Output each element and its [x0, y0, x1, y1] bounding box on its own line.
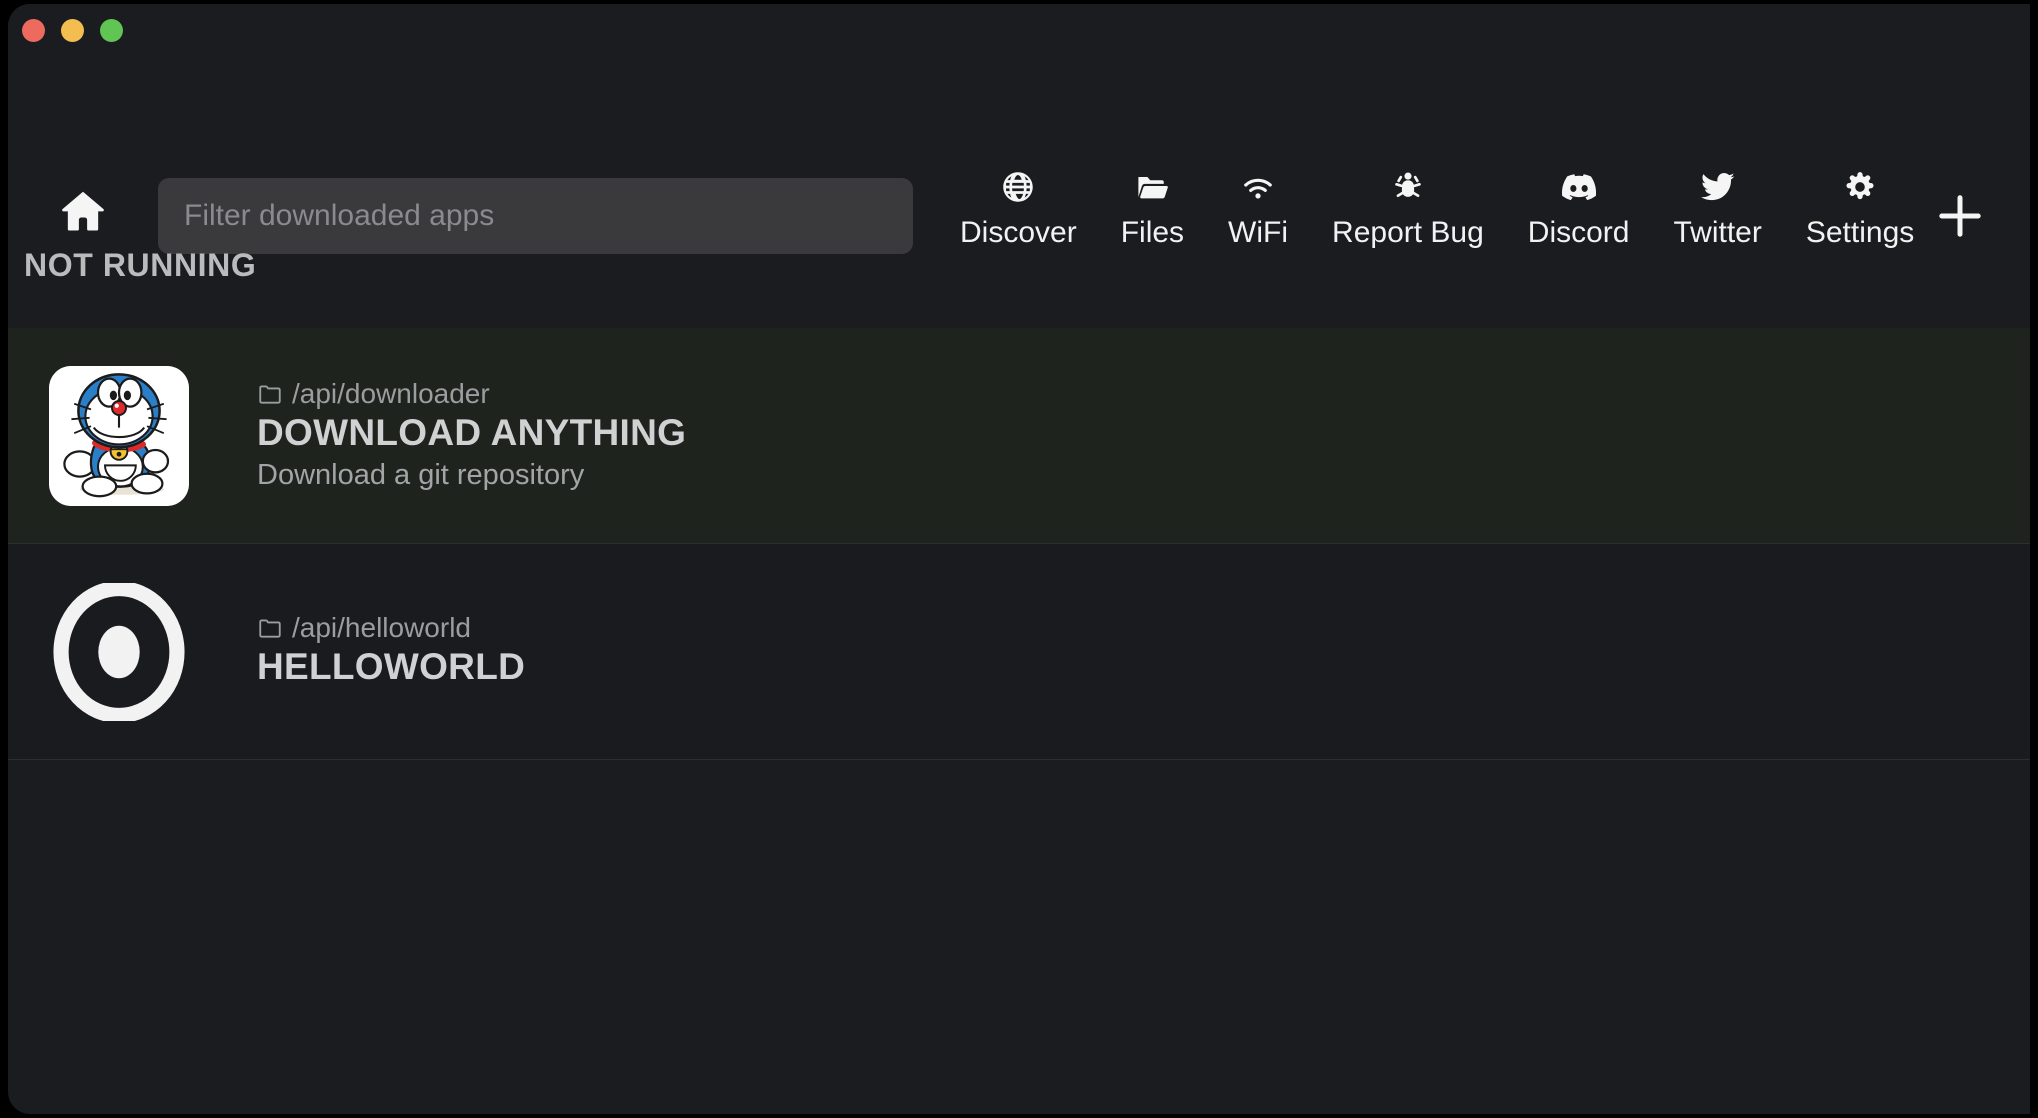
nav-label: Discover: [960, 218, 1077, 248]
wifi-icon: [1241, 166, 1275, 208]
nav-label: WiFi: [1228, 218, 1288, 248]
app-name: HELLOWORLD: [257, 644, 525, 690]
nav-item-files[interactable]: Files: [1099, 166, 1206, 248]
toolbar: Discover Files: [8, 66, 2030, 217]
nav-item-report-bug[interactable]: Report Bug: [1310, 166, 1506, 248]
folder-icon: [257, 381, 283, 407]
app-path-text: /api/downloader: [292, 378, 490, 410]
app-text: /api/helloworld HELLOWORLD: [257, 612, 525, 690]
app-list: /api/downloader DOWNLOAD ANYTHING Downlo…: [8, 328, 2030, 760]
ring-app-icon: [50, 583, 188, 721]
app-description: Download a git repository: [257, 457, 686, 493]
gear-icon: [1843, 166, 1877, 208]
nav-item-discover[interactable]: Discover: [938, 166, 1099, 248]
app-icon: [46, 579, 191, 724]
nav-item-discord[interactable]: Discord: [1506, 166, 1652, 248]
nav-label: Discord: [1528, 218, 1630, 248]
add-app-button[interactable]: [1928, 186, 1992, 250]
app-path: /api/downloader: [257, 378, 686, 410]
nav-item-wifi[interactable]: WiFi: [1206, 166, 1310, 248]
discord-icon: [1562, 166, 1596, 208]
bug-icon: [1391, 166, 1425, 208]
app-name: DOWNLOAD ANYTHING: [257, 410, 686, 456]
search-box[interactable]: [158, 178, 913, 254]
nav-item-twitter[interactable]: Twitter: [1652, 166, 1784, 248]
search-input[interactable]: [158, 178, 913, 254]
doraemon-app-icon: [49, 366, 189, 506]
twitter-icon: [1701, 166, 1735, 208]
plus-icon: [1934, 190, 1986, 247]
section-header: NOT RUNNING: [8, 247, 2030, 311]
home-icon: [57, 185, 109, 242]
app-row[interactable]: /api/helloworld HELLOWORLD: [8, 544, 2030, 760]
close-window-button[interactable]: [22, 19, 45, 42]
titlebar: [8, 4, 2030, 66]
app-row[interactable]: /api/downloader DOWNLOAD ANYTHING Downlo…: [8, 328, 2030, 544]
nav-label: Files: [1121, 218, 1184, 248]
maximize-window-button[interactable]: [100, 19, 123, 42]
nav-label: Settings: [1806, 218, 1914, 248]
minimize-window-button[interactable]: [61, 19, 84, 42]
app-path: /api/helloworld: [257, 612, 525, 644]
nav-label: Report Bug: [1332, 218, 1484, 248]
nav-item-settings[interactable]: Settings: [1784, 166, 1936, 248]
app-icon: [46, 363, 191, 508]
globe-icon: [1001, 166, 1035, 208]
app-path-text: /api/helloworld: [292, 612, 471, 644]
home-button[interactable]: [50, 180, 116, 246]
folder-icon: [257, 615, 283, 641]
app-text: /api/downloader DOWNLOAD ANYTHING Downlo…: [257, 378, 686, 493]
nav-label: Twitter: [1674, 218, 1762, 248]
app-window: Discover Files: [8, 4, 2030, 1114]
section-title: NOT RUNNING: [24, 247, 256, 284]
folder-open-icon: [1135, 166, 1169, 208]
